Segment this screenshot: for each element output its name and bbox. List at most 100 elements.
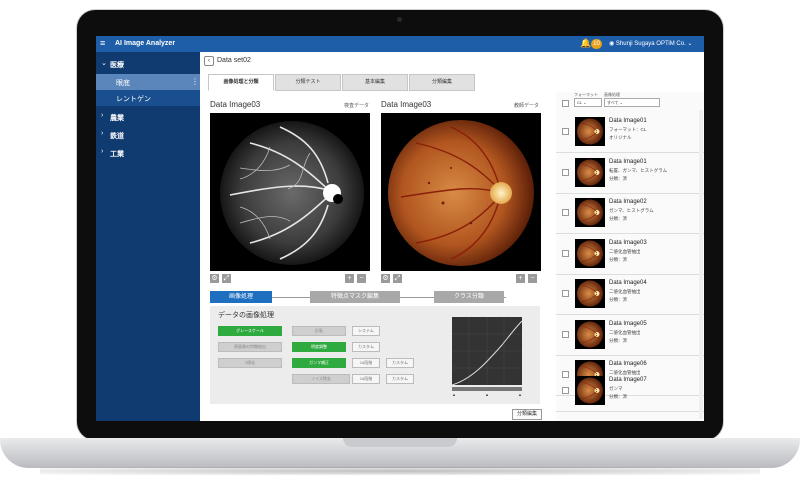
zoom-out-icon[interactable]: − [357, 274, 366, 283]
chevron-down-icon: ⌄ [101, 60, 107, 67]
left-image-label: 検査データ [344, 103, 370, 109]
list-item[interactable]: Data Image01 フォーマット：CL オリジナル [556, 112, 704, 153]
angiogram-graphic [220, 121, 364, 265]
item-checkbox[interactable] [562, 128, 569, 135]
sidebar-item-agriculture[interactable]: › 農業 [96, 108, 200, 126]
item-status: 分類：済 [609, 256, 627, 262]
sidebar-item-label: 農業 [110, 115, 124, 122]
laptop-notch [343, 438, 457, 447]
item-checkbox[interactable] [562, 290, 569, 297]
chip-custom[interactable]: カスタム [386, 358, 414, 368]
gear-icon[interactable]: ⚙ [210, 274, 219, 283]
item-detail: 二値化血管抽出 [609, 289, 641, 294]
main-area: ‹ Data set02 画像処理と分類 分類テスト 基本編集 分類編集 Data… [200, 52, 704, 421]
chip-brightness[interactable]: 明度調整 [292, 342, 346, 352]
item-status: 分類：済 [609, 394, 627, 399]
format-select-value: CL [577, 100, 582, 105]
sidebar-item-label: 医療 [110, 62, 124, 69]
panel-title: データの画像処理 [218, 312, 274, 319]
item-status: 分類：済 [609, 337, 627, 343]
sidebar-subitem-fundus[interactable]: 眼底 ⋮ [96, 74, 200, 90]
list-scrollbar[interactable] [699, 110, 703, 419]
chip-levels[interactable]: 16段階 [352, 374, 380, 384]
chip-invert[interactable]: 反転 [292, 326, 346, 336]
list-item[interactable]: Data Image02 ガンマ、ヒストグラム 分類：済 [556, 193, 704, 234]
chip-denoise[interactable]: ノイズ除去 [292, 374, 350, 384]
sidebar-subitem-label: レントゲン [116, 96, 151, 103]
user-icon: ◉ [609, 41, 615, 47]
sidebar-item-industry[interactable]: › 工業 [96, 144, 200, 162]
item-detail: ガンマ、ヒストグラム [609, 208, 654, 213]
chevron-right-icon: › [101, 130, 104, 137]
item-thumbnail [575, 117, 605, 146]
sidebar-item-medical[interactable]: ⌄ 医療 [96, 55, 200, 73]
zoom-in-icon[interactable]: + [345, 274, 354, 283]
class-edit-button[interactable]: 分類編集 [512, 409, 542, 420]
item-detail: フォーマット：CL [609, 127, 647, 132]
process-select[interactable]: すべて ⌄ [604, 98, 660, 107]
tab-test[interactable]: 分類テスト [275, 74, 341, 91]
chip-custom[interactable]: カスタム [386, 374, 414, 384]
tone-curve-graphic [451, 317, 523, 386]
select-all-checkbox[interactable] [562, 100, 569, 107]
back-icon[interactable]: ‹ [204, 56, 214, 66]
item-status: 分類：済 [609, 216, 627, 221]
item-name: Data Image01 [609, 118, 647, 124]
thumbnail-graphic [577, 377, 603, 404]
expand-icon[interactable]: ⤢ [222, 274, 231, 283]
chip-gamma[interactable]: ガンマ補正 [292, 358, 346, 368]
sidebar-subitem-label: 眼底 [116, 80, 130, 87]
step-feature-mask[interactable]: 特徴点マスク編集 [310, 291, 400, 303]
more-icon[interactable]: ⋮ [191, 77, 199, 86]
item-detail: ガンマ [609, 386, 623, 391]
step-classification[interactable]: クラス分類 [434, 291, 504, 303]
chip-binarize[interactable]: 2値化 [218, 358, 282, 368]
step-image-processing[interactable]: 画像処理 [210, 291, 272, 303]
item-thumbnail [575, 198, 605, 227]
zoom-in-icon[interactable]: + [516, 274, 525, 283]
process-select-value: すべて [607, 100, 619, 105]
bell-icon[interactable]: 🔔 [580, 38, 591, 49]
menu-icon[interactable]: ≡ [100, 39, 105, 48]
right-image-label: 教師データ [514, 103, 540, 109]
sidebar-subitem-xray[interactable]: レントゲン [96, 90, 200, 106]
chip-system[interactable]: システム [352, 326, 380, 336]
item-checkbox[interactable] [562, 168, 569, 176]
item-thumbnail [575, 238, 605, 268]
chevron-right-icon: › [101, 148, 104, 155]
tab-processing[interactable]: 画像処理と分類 [208, 74, 274, 91]
item-checkbox[interactable] [562, 330, 569, 338]
item-detail: 二値化血管抽出 [609, 329, 641, 335]
sidebar-item-railway[interactable]: › 鉄道 [96, 126, 200, 144]
sidebar: ⌄ 医療 眼底 ⋮ レントゲン › 農業 › 鉄道 › 工業 [96, 52, 200, 421]
item-checkbox[interactable] [562, 387, 569, 394]
list-item[interactable]: Data Image07 ガンマ 分類：済 [556, 371, 704, 412]
item-status: 分類：済 [609, 175, 627, 181]
chip-grayscale[interactable]: グレースケール [218, 326, 282, 336]
item-thumbnail [575, 279, 605, 308]
level-slider[interactable] [452, 387, 522, 391]
list-item[interactable]: Data Image04 二値化血管抽出 分類：済 [556, 274, 704, 315]
list-item[interactable]: Data Image05 二値化血管抽出 分類：済 [556, 315, 704, 356]
list-item[interactable]: Data Image03 二値化血管抽出 分類：済 [556, 234, 704, 275]
format-select[interactable]: CL ⌄ [574, 98, 602, 107]
chip-custom[interactable]: カスタム [352, 342, 380, 352]
thumbnail-graphic [577, 240, 603, 266]
item-checkbox[interactable] [562, 249, 569, 257]
angiogram-image [210, 113, 370, 271]
item-thumbnail [575, 376, 605, 405]
page-title: Data set02 [217, 57, 251, 64]
zoom-out-icon[interactable]: − [528, 274, 537, 283]
chip-levels[interactable]: 16段階 [352, 358, 380, 368]
expand-icon[interactable]: ⤢ [393, 274, 402, 283]
list-item[interactable]: Data Image01 転置、ガンマ、ヒストグラム 分類：済 [556, 153, 704, 194]
slider-ticks: ▲ ▲ ▲ [452, 392, 522, 397]
user-menu[interactable]: ◉ Shunji Sugaya OPTiM Co. ⌄ [609, 40, 692, 47]
tab-basic-edit[interactable]: 基本編集 [342, 74, 408, 91]
item-checkbox[interactable] [562, 209, 569, 216]
chip-feature-extract[interactable]: 原画像の特徴抽出 [218, 342, 282, 352]
camera-dot [397, 17, 402, 22]
tab-class-edit[interactable]: 分類編集 [409, 74, 475, 91]
gear-icon[interactable]: ⚙ [381, 274, 390, 283]
thumbnail-graphic [577, 321, 603, 347]
